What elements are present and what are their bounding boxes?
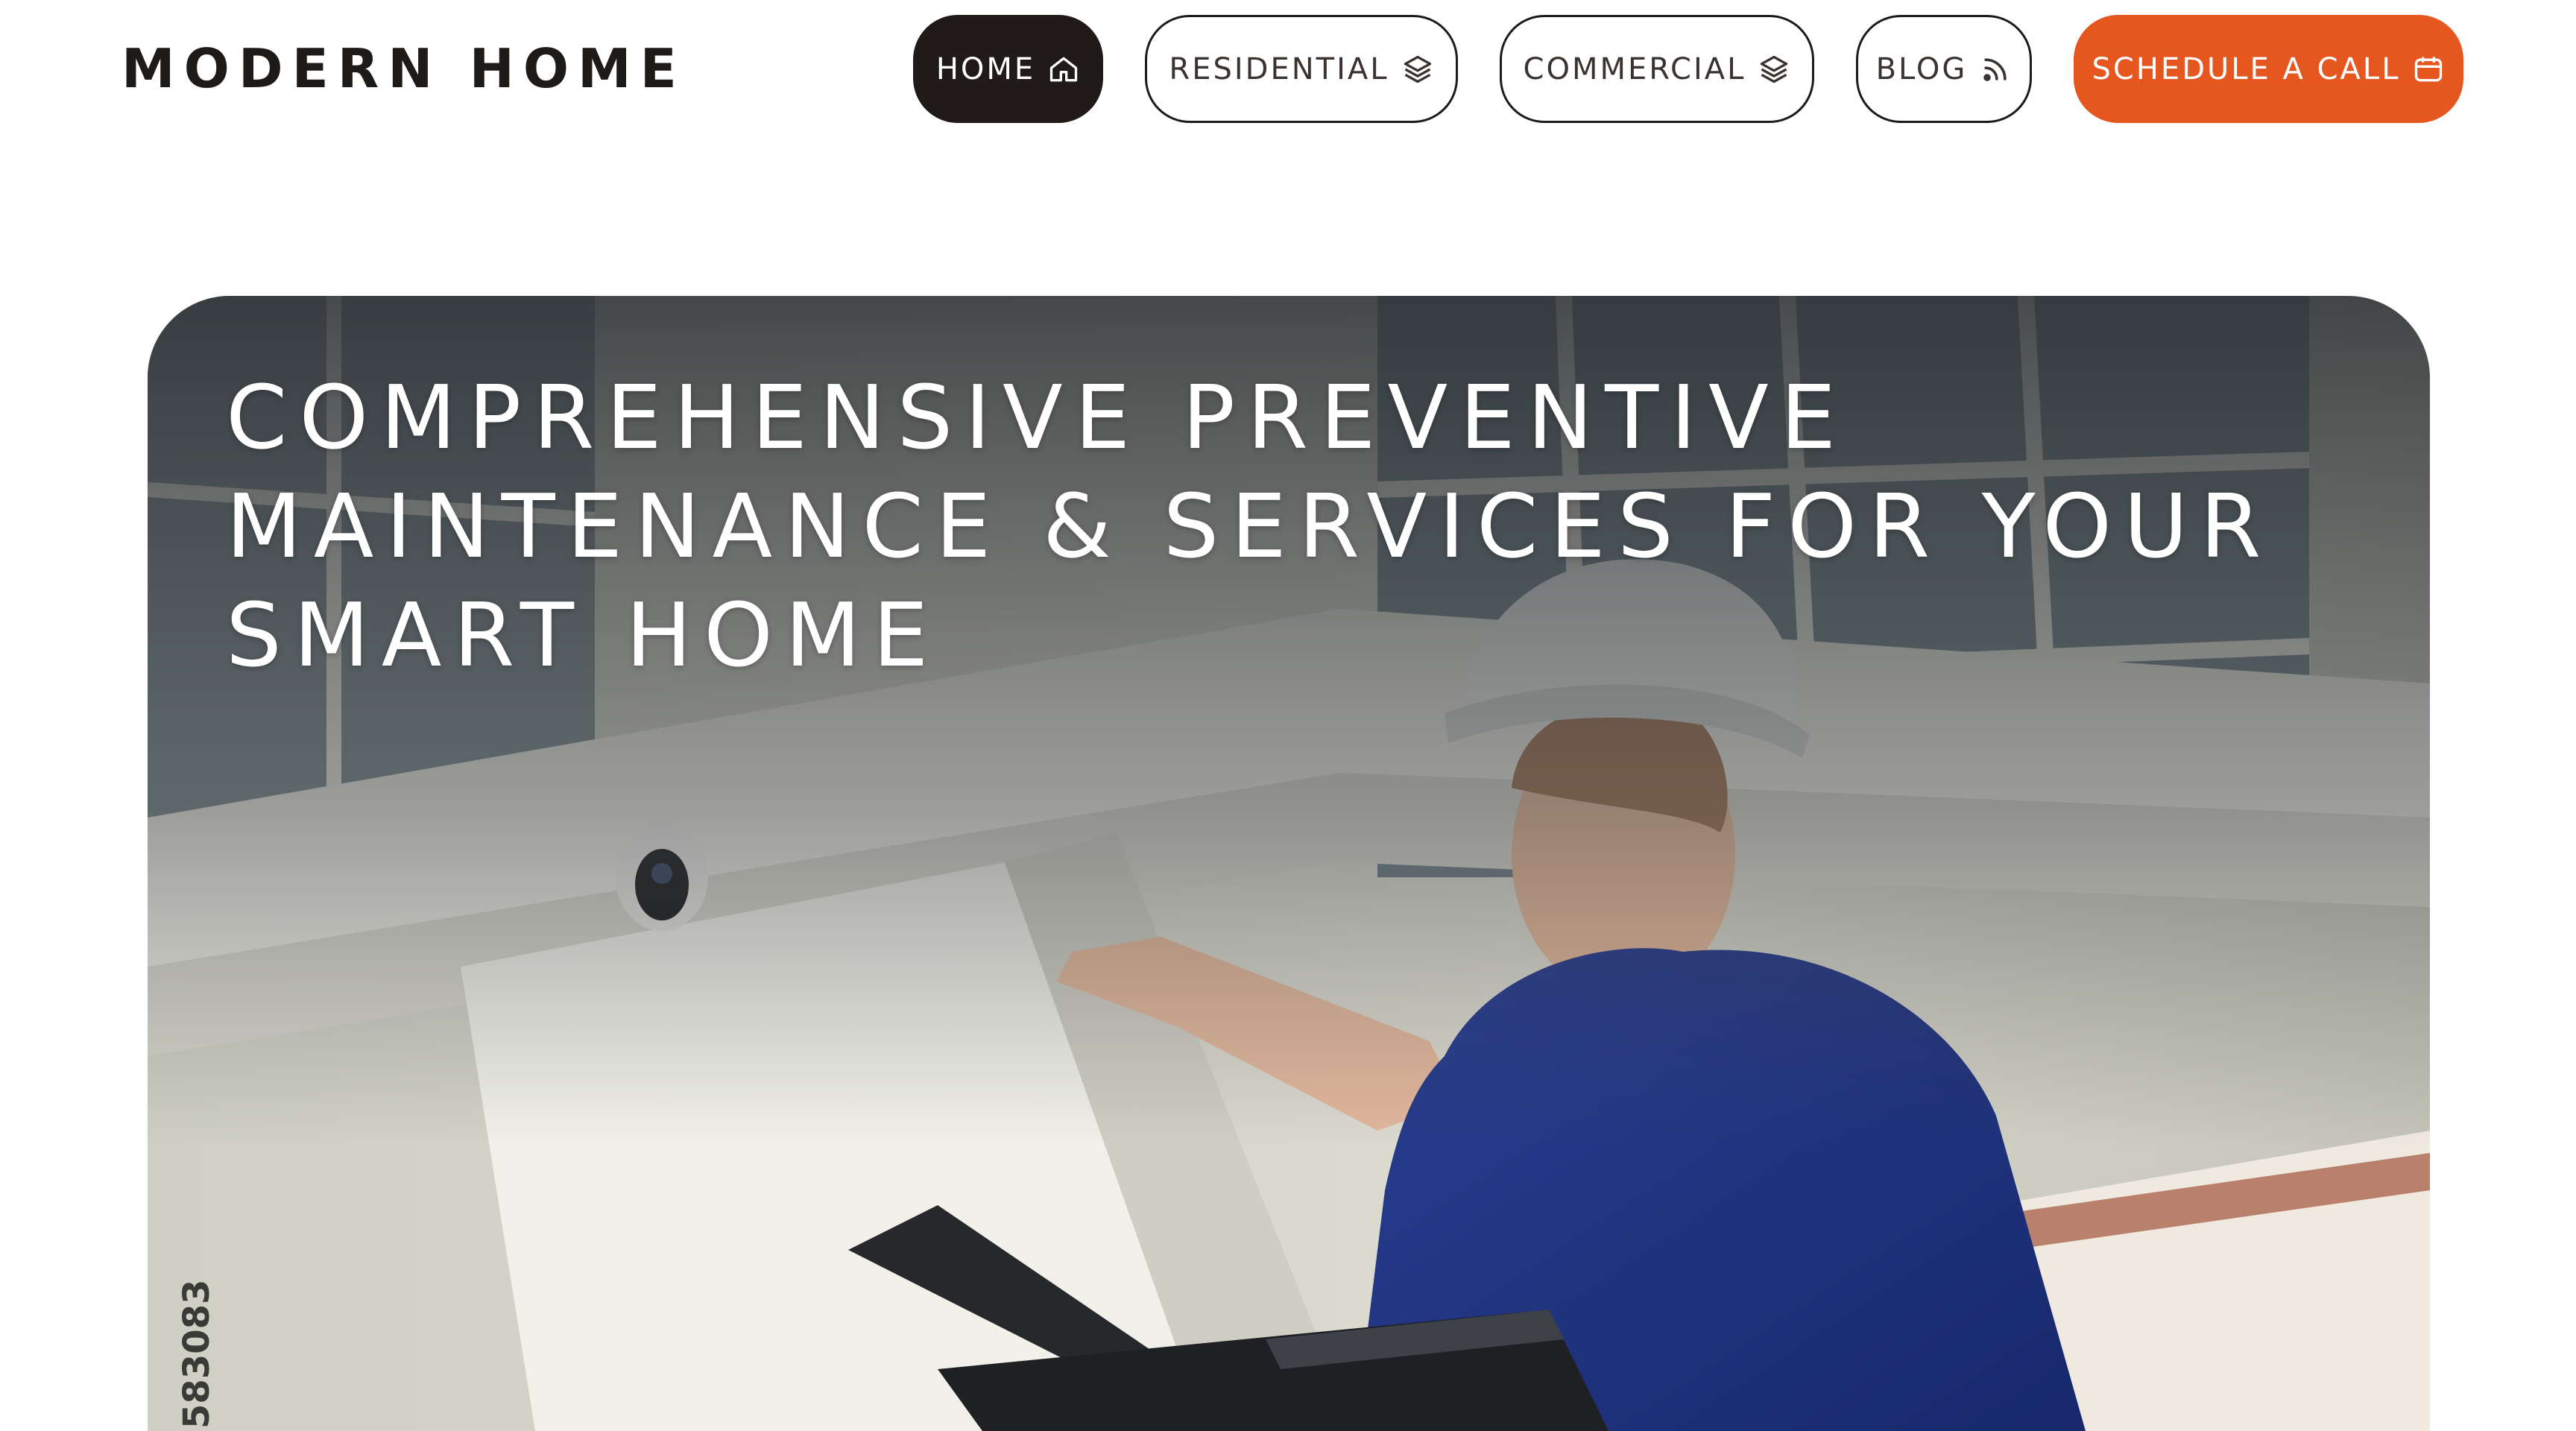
nav-residential-button[interactable]: RESIDENTIAL bbox=[1145, 15, 1458, 123]
rss-icon bbox=[1979, 53, 2012, 86]
nav-home-button[interactable]: HOME bbox=[913, 15, 1103, 123]
layers-icon bbox=[1758, 53, 1790, 86]
site-logo[interactable]: MODERN HOME bbox=[121, 39, 686, 98]
schedule-call-label: SCHEDULE A CALL bbox=[2092, 51, 2401, 86]
nav-blog-button[interactable]: BLOG bbox=[1856, 15, 2032, 123]
stock-image-id: 583083 bbox=[176, 1279, 218, 1429]
nav-commercial-label: COMMERCIAL bbox=[1523, 51, 1746, 86]
nav-blog-label: BLOG bbox=[1875, 51, 1968, 86]
nav-home-label: HOME bbox=[935, 51, 1036, 86]
nav-residential-label: RESIDENTIAL bbox=[1169, 51, 1389, 86]
calendar-icon bbox=[2412, 53, 2445, 86]
schedule-call-button[interactable]: SCHEDULE A CALL bbox=[2074, 15, 2463, 123]
layers-icon bbox=[1401, 53, 1434, 86]
site-header: MODERN HOME HOME RESIDENTIAL COMMERCIAL bbox=[0, 0, 2576, 157]
hero-section: COMPREHENSIVE PREVENTIVE MAINTENANCE & S… bbox=[148, 296, 2430, 1431]
home-icon bbox=[1047, 53, 1080, 86]
hero-title: COMPREHENSIVE PREVENTIVE MAINTENANCE & S… bbox=[226, 366, 2273, 686]
nav-commercial-button[interactable]: COMMERCIAL bbox=[1500, 15, 1814, 123]
